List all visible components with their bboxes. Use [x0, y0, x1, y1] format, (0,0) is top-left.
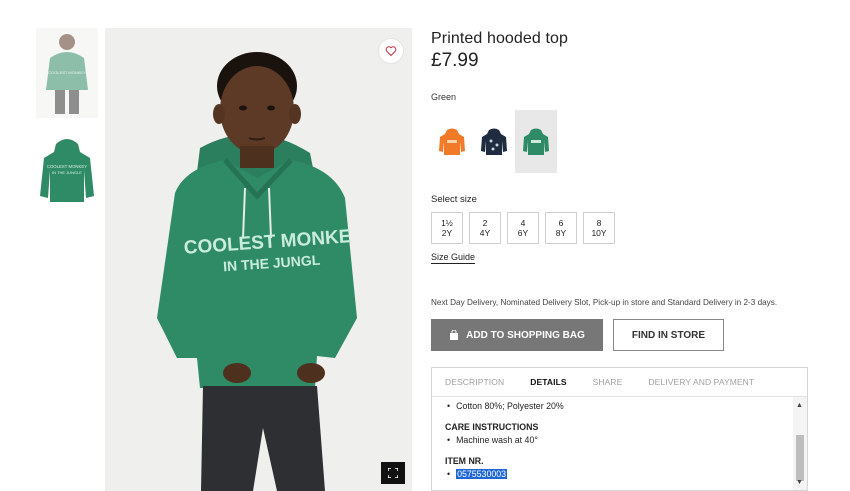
swatch-green[interactable] [515, 110, 557, 173]
color-label: Green [431, 92, 457, 102]
size-options: 1½ 2Y 2 4Y 4 6Y 6 8Y 8 10Y [431, 212, 621, 244]
tab-details[interactable]: DETAILS [530, 377, 566, 387]
item-number-value[interactable]: 0575530003 [456, 469, 508, 479]
favorite-button[interactable] [378, 38, 404, 64]
size-option[interactable]: 2 4Y [469, 212, 501, 244]
zoom-button[interactable] [381, 462, 405, 484]
composition-item: Cotton 80%; Polyester 20% [447, 400, 780, 413]
expand-icon [388, 468, 398, 478]
size-option[interactable]: 6 8Y [545, 212, 577, 244]
product-details-panel: DESCRIPTION DETAILS SHARE DELIVERY AND P… [431, 367, 808, 491]
details-content: Cotton 80%; Polyester 20% CARE INSTRUCTI… [432, 397, 793, 490]
add-to-bag-button[interactable]: ADD TO SHOPPING BAG [431, 319, 603, 351]
tab-delivery-and-payment[interactable]: DELIVERY AND PAYMENT [648, 377, 754, 387]
select-size-label: Select size [431, 194, 477, 205]
product-info: Printed hooded top £7.99 Green Select si… [431, 30, 811, 491]
delivery-info: Next Day Delivery, Nominated Delivery Sl… [431, 298, 778, 307]
scroll-up-icon[interactable]: ▲ [796, 402, 803, 409]
svg-text:IN THE JUNGLE: IN THE JUNGLE [52, 170, 82, 175]
thumbnail-list: COOLEST MONKEY COOLEST MONKEY IN THE JUN… [36, 28, 98, 232]
heart-icon [385, 46, 397, 57]
scroll-down-icon[interactable]: ▼ [796, 479, 803, 486]
shopping-bag-icon [450, 330, 459, 340]
find-in-store-button[interactable]: FIND IN STORE [613, 319, 724, 351]
details-scrollbar[interactable]: ▲ ▼ [793, 397, 807, 490]
details-tabs: DESCRIPTION DETAILS SHARE DELIVERY AND P… [432, 368, 807, 397]
thumbnail-hoodie[interactable]: COOLEST MONKEY IN THE JUNGLE [36, 130, 98, 220]
color-swatches [431, 110, 557, 173]
scrollbar-thumb[interactable] [796, 435, 804, 481]
product-title: Printed hooded top [431, 30, 569, 47]
size-option[interactable]: 8 10Y [583, 212, 615, 244]
care-item: Machine wash at 40° [447, 434, 780, 447]
thumbnail-model[interactable]: COOLEST MONKEY [36, 28, 98, 118]
care-heading: CARE INSTRUCTIONS [445, 422, 539, 432]
item-number-row: 0575530003 [447, 468, 780, 481]
size-option[interactable]: 4 6Y [507, 212, 539, 244]
tab-share[interactable]: SHARE [593, 377, 623, 387]
tab-description[interactable]: DESCRIPTION [445, 377, 504, 387]
size-guide-link[interactable]: Size Guide [431, 252, 476, 264]
product-main-image: COOLEST MONKE IN THE JUNGL [105, 28, 412, 491]
size-option[interactable]: 1½ 2Y [431, 212, 463, 244]
swatch-navy-print[interactable] [473, 110, 515, 173]
svg-text:COOLEST MONKEY: COOLEST MONKEY [48, 70, 86, 75]
item-number-heading: ITEM NR. [445, 456, 484, 466]
swatch-orange[interactable] [431, 110, 473, 173]
add-to-bag-label: ADD TO SHOPPING BAG [466, 329, 585, 341]
svg-text:COOLEST MONKEY: COOLEST MONKEY [47, 164, 87, 169]
product-price: £7.99 [431, 50, 479, 71]
